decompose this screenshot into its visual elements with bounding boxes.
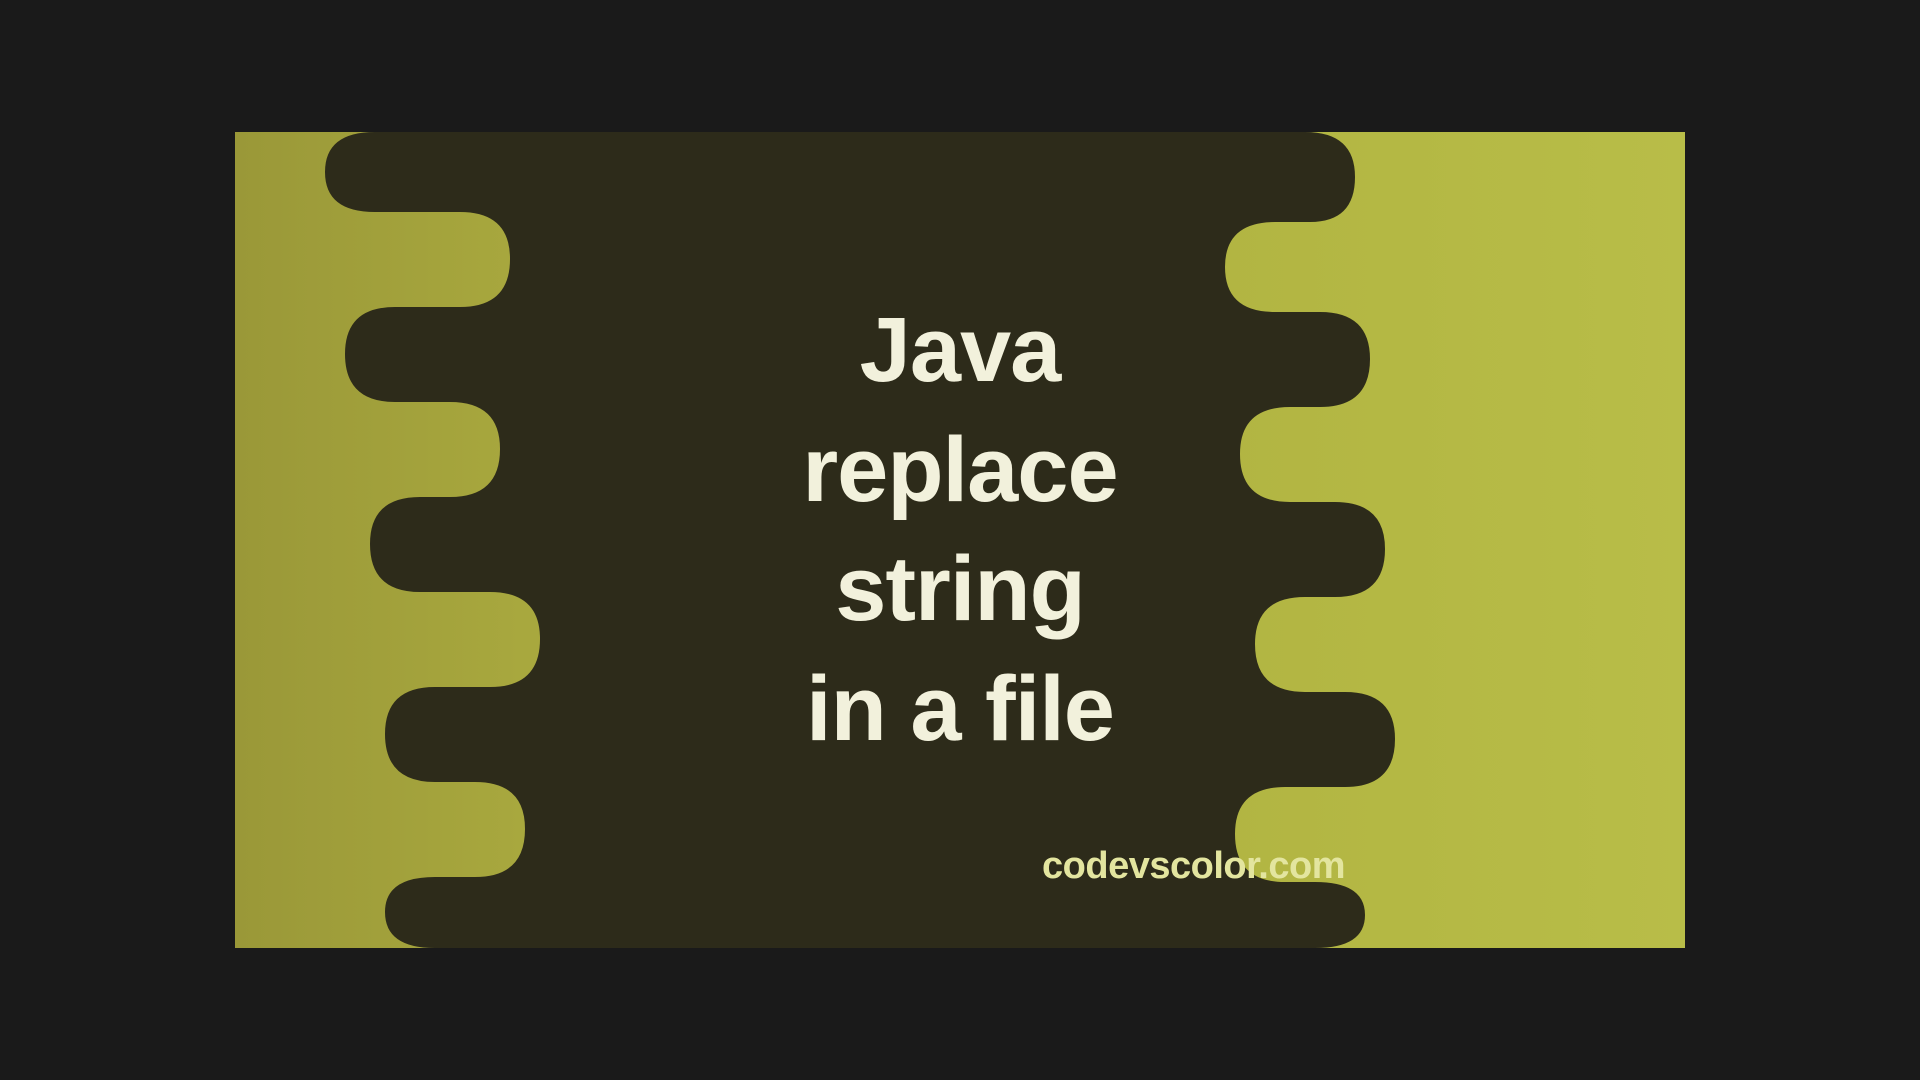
title-text-container: Java replace string in a file — [802, 291, 1117, 769]
title-line-3: string — [802, 530, 1117, 650]
title-line-1: Java — [802, 291, 1117, 411]
title-line-4: in a file — [802, 650, 1117, 770]
title-line-2: replace — [802, 411, 1117, 531]
banner-image-container: Java replace string in a file codevscolo… — [235, 132, 1685, 948]
site-url-label: codevscolor.com — [1042, 845, 1345, 888]
